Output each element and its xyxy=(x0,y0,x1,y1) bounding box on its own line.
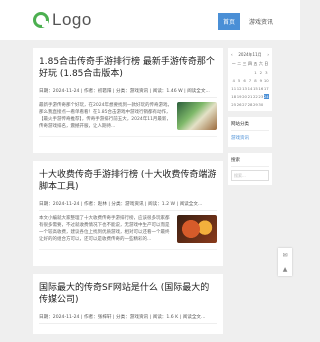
post-meta: 日期：2024-11-24 | 作者：赵林 | 分类：游戏资讯 | 阅读：1.2… xyxy=(39,201,217,211)
calendar-widget: ‹ 2024年11月 › 一二三四五六日 1 2 3 4 5 6 7 8 9 10 11 12 13 14 1… xyxy=(228,48,272,111)
post-meta: 日期：2024-11-24 | 作者：张梓轩 | 分类：游戏资讯 | 阅读：1.… xyxy=(39,314,217,324)
post-excerpt: 本文小编就大家整理了十大收费传奇手游排行榜，应该很多玩家都有很多需要，不过就收费… xyxy=(39,216,170,242)
calendar-next-button[interactable]: › xyxy=(267,52,269,58)
share-icon[interactable]: ✉ xyxy=(282,252,287,259)
calendar-grid: 一二三四五六日 1 2 3 4 5 6 7 8 9 10 11 12 13 14 15 16 17 18 19 20 21… xyxy=(231,61,269,107)
calendar-day[interactable]: 17 xyxy=(264,86,269,91)
category-panel-title: 网站分类 xyxy=(231,121,269,131)
post-title[interactable]: 1.85合击传奇手游排行榜 最新手游传奇那个好玩 (1.85合击版本) xyxy=(39,56,217,80)
search-panel: 搜索 搜索... xyxy=(228,153,272,185)
calendar-day[interactable]: 10 xyxy=(264,78,269,83)
post-card: 十大收费传奇手游排行榜 (十大收费传奇端游脚本工具) 日期：2024-11-24… xyxy=(33,161,223,266)
post-title[interactable]: 十大收费传奇手游排行榜 (十大收费传奇端游脚本工具) xyxy=(39,169,217,193)
calendar-prev-button[interactable]: ‹ xyxy=(231,52,233,58)
calendar-day[interactable]: 3 xyxy=(264,70,269,75)
card-footer xyxy=(39,136,217,147)
calendar-month-label: 2024年11月 xyxy=(238,52,262,57)
post-card: 1.85合击传奇手游排行榜 最新手游传奇那个好玩 (1.85合击版本) 日期：2… xyxy=(33,48,223,153)
nav-game-news[interactable]: 游戏资讯 xyxy=(244,13,278,30)
search-panel-title: 搜索 xyxy=(231,157,269,167)
floating-toolbar: ✉ ▲ xyxy=(278,248,292,276)
logo-icon xyxy=(33,12,49,28)
category-panel: 网站分类 游戏资讯 xyxy=(228,117,272,147)
search-input[interactable]: 搜索... xyxy=(231,170,269,181)
site-logo[interactable]: Logo xyxy=(33,10,92,30)
post-card: 国际最大的传奇SF网站是什么 (国际最大的传媒公司) 日期：2024-11-24… xyxy=(33,274,223,334)
calendar-weekday: 日 xyxy=(264,61,269,66)
post-title[interactable]: 国际最大的传奇SF网站是什么 (国际最大的传媒公司) xyxy=(39,282,217,306)
main-nav: 首页 游戏资讯 xyxy=(218,13,278,30)
post-thumbnail[interactable] xyxy=(177,215,217,243)
back-to-top-icon[interactable]: ▲ xyxy=(283,266,288,273)
sidebar: ‹ 2024年11月 › 一二三四五六日 1 2 3 4 5 6 7 8 9 10 11 12 13 14 1… xyxy=(228,48,272,191)
top-bar: Logo 首页 游戏资讯 xyxy=(0,0,300,40)
category-link[interactable]: 游戏资讯 xyxy=(231,134,269,143)
calendar-day[interactable]: 24 xyxy=(263,94,269,99)
post-meta: 日期：2024-11-24 | 作者：初箬阳 | 分类：游戏资讯 | 阅读：1.… xyxy=(39,88,217,98)
nav-home[interactable]: 首页 xyxy=(218,13,241,30)
post-thumbnail[interactable] xyxy=(177,102,217,130)
card-footer xyxy=(39,249,217,260)
logo-text: Logo xyxy=(52,10,92,29)
post-list: 1.85合击传奇手游排行榜 最新手游传奇那个好玩 (1.85合击版本) 日期：2… xyxy=(33,48,223,342)
post-excerpt: 最新手游传奇那个好玩，在2024年想要找到一款好玩的传奇游戏，那么我直接点一看单… xyxy=(39,103,172,129)
calendar-day xyxy=(264,102,269,107)
